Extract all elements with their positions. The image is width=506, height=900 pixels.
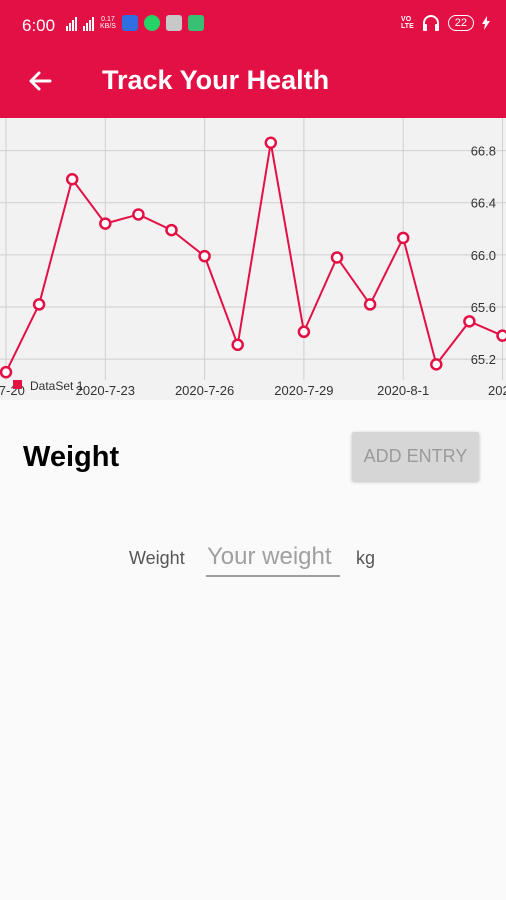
series-line xyxy=(5,142,503,373)
x-tick-label: 2020-7-29 xyxy=(274,383,333,398)
x-tick-label: 2020 xyxy=(488,383,506,398)
y-tick-label: 65.2 xyxy=(471,352,496,367)
data-point xyxy=(430,358,443,371)
weight-field-label: Weight xyxy=(129,548,185,568)
data-point xyxy=(0,365,13,379)
battery-indicator: 22 xyxy=(447,15,474,31)
status-time: 6:00 xyxy=(22,16,56,35)
data-point xyxy=(363,298,377,311)
headphones-icon xyxy=(422,15,439,31)
x-tick-label: 2020-7-23 xyxy=(76,383,135,398)
data-point xyxy=(132,208,145,221)
gallery-icon xyxy=(165,15,182,31)
app-bar: Track Your Health xyxy=(0,50,506,118)
data-point xyxy=(32,298,46,311)
data-point xyxy=(396,231,410,245)
data-point xyxy=(330,251,344,264)
volte-icon: VO LTE xyxy=(401,16,414,30)
data-point xyxy=(231,338,244,352)
weight-input[interactable] xyxy=(206,539,340,577)
legend-label: DataSet 1 xyxy=(30,379,84,393)
data-point xyxy=(463,315,476,328)
data-point xyxy=(264,136,278,150)
arrow-left-icon xyxy=(29,71,52,91)
data-point xyxy=(297,325,311,339)
whatsapp-icon xyxy=(143,15,160,31)
weight-chart[interactable]: 66.866.466.065.665.20-7-202020-7-232020-… xyxy=(0,118,506,400)
back-button[interactable] xyxy=(22,64,58,100)
data-point xyxy=(165,223,178,237)
charging-icon xyxy=(482,16,490,30)
chat-icon xyxy=(187,15,204,31)
signal-2-icon xyxy=(83,15,94,31)
status-bar: 6:00 0.17 KB/S VO LTE 22 xyxy=(0,0,506,50)
y-tick-label: 66.4 xyxy=(471,196,496,211)
weight-heading: Weight xyxy=(23,441,120,473)
y-tick-label: 66.0 xyxy=(471,248,496,263)
line-chart-svg: 66.866.466.065.665.20-7-202020-7-232020-… xyxy=(0,118,506,398)
data-point xyxy=(496,329,506,342)
app-notification-icon xyxy=(121,15,138,31)
x-tick-label: 2020-8-1 xyxy=(377,383,429,398)
network-speed: 0.17 KB/S xyxy=(100,16,116,30)
y-tick-label: 65.6 xyxy=(471,300,496,315)
data-point xyxy=(198,249,211,263)
data-point xyxy=(65,173,79,186)
status-icons-right: VO LTE 22 xyxy=(401,14,490,32)
signal-1-icon xyxy=(66,15,77,31)
page-title: Track Your Health xyxy=(102,65,330,95)
y-tick-label: 66.8 xyxy=(471,144,496,159)
add-entry-button[interactable]: ADD ENTRY xyxy=(352,432,479,481)
data-point xyxy=(99,217,112,230)
x-tick-label: 2020-7-26 xyxy=(175,383,234,398)
legend-swatch xyxy=(13,380,22,389)
status-icons-left: 0.17 KB/S xyxy=(66,15,204,31)
weight-unit: kg xyxy=(356,548,376,568)
